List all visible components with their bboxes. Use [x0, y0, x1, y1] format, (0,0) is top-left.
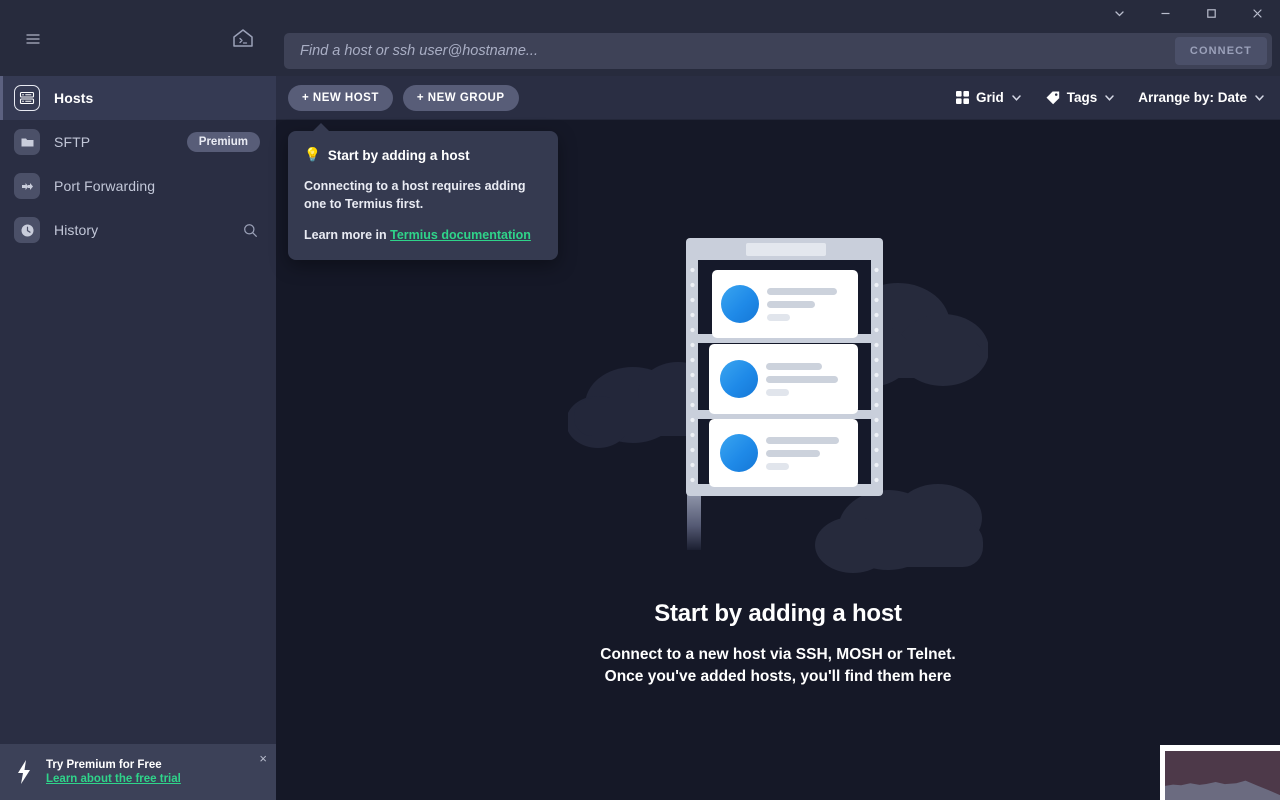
- close-window-button[interactable]: [1234, 0, 1280, 26]
- lightning-bolt-icon: [14, 759, 34, 785]
- tag-icon: [1045, 90, 1061, 106]
- chevron-down-window-button[interactable]: [1096, 0, 1142, 26]
- grid-icon: [955, 90, 970, 105]
- premium-badge: Premium: [186, 132, 260, 152]
- server-rack-icon: [14, 85, 40, 111]
- sidebar: Hosts SFTP Premium Port Forwarding Histo…: [0, 0, 276, 800]
- arrange-by-label: Arrange by: Date: [1138, 90, 1247, 105]
- sidebar-item-label: Port Forwarding: [54, 178, 156, 194]
- arrow-forward-icon: [14, 173, 40, 199]
- hosts-toolbar: + NEW HOST + NEW GROUP Grid Tags Arrange…: [276, 76, 1280, 120]
- sidebar-item-label: SFTP: [54, 134, 91, 150]
- empty-state: Start by adding a host Connect to a new …: [276, 120, 1280, 800]
- view-mode-label: Grid: [975, 90, 1004, 105]
- empty-state-subtitle-line-2: Once you've added hosts, you'll find the…: [604, 668, 952, 685]
- sidebar-nav-list: Hosts SFTP Premium Port Forwarding Histo…: [0, 76, 276, 744]
- sidebar-item-sftp[interactable]: SFTP Premium: [0, 120, 276, 164]
- corner-image-artifact: [1160, 745, 1280, 800]
- new-host-button[interactable]: + NEW HOST: [288, 84, 393, 111]
- sidebar-item-label: Hosts: [54, 90, 94, 106]
- hamburger-menu-icon[interactable]: [18, 23, 48, 53]
- tags-label: Tags: [1066, 90, 1098, 105]
- promo-link[interactable]: Learn about the free trial: [46, 773, 181, 785]
- close-icon[interactable]: ×: [259, 752, 267, 765]
- arrange-by-dropdown[interactable]: Arrange by: Date: [1138, 90, 1266, 105]
- empty-state-subtitle-line-1: Connect to a new host via SSH, MOSH or T…: [600, 646, 956, 663]
- sidebar-item-history[interactable]: History: [0, 208, 276, 252]
- chevron-down-icon: [1253, 91, 1266, 104]
- maximize-window-button[interactable]: [1188, 0, 1234, 26]
- new-group-button[interactable]: + NEW GROUP: [402, 84, 519, 111]
- empty-state-title: Start by adding a host: [654, 600, 902, 627]
- sidebar-header: [0, 0, 276, 76]
- search-icon[interactable]: [240, 220, 260, 240]
- chevron-down-icon: [1010, 91, 1023, 104]
- promo-title: Try Premium for Free: [46, 759, 162, 771]
- search-bar-row: CONNECT: [276, 26, 1280, 76]
- chevron-down-icon: [1103, 91, 1116, 104]
- promo-text: Try Premium for Free Learn about the fre…: [46, 759, 181, 785]
- minimize-window-button[interactable]: [1142, 0, 1188, 26]
- termius-window: Hosts SFTP Premium Port Forwarding Histo…: [0, 0, 1280, 800]
- search-input[interactable]: [300, 43, 1256, 59]
- sidebar-item-port-forwarding[interactable]: Port Forwarding: [0, 164, 276, 208]
- folder-icon: [14, 129, 40, 155]
- sidebar-item-hosts[interactable]: Hosts: [0, 76, 276, 120]
- premium-promo-banner[interactable]: Try Premium for Free Learn about the fre…: [0, 744, 276, 800]
- tags-dropdown[interactable]: Tags: [1045, 90, 1117, 106]
- sidebar-item-label: History: [54, 222, 99, 238]
- view-mode-dropdown[interactable]: Grid: [955, 90, 1023, 105]
- home-terminal-icon[interactable]: [228, 23, 258, 53]
- connect-button[interactable]: CONNECT: [1174, 37, 1267, 65]
- host-search-box[interactable]: CONNECT: [284, 33, 1272, 69]
- clock-icon: [14, 217, 40, 243]
- empty-state-subtitle: Connect to a new host via SSH, MOSH or T…: [600, 644, 955, 688]
- server-rack-with-clouds-illustration: [568, 230, 988, 590]
